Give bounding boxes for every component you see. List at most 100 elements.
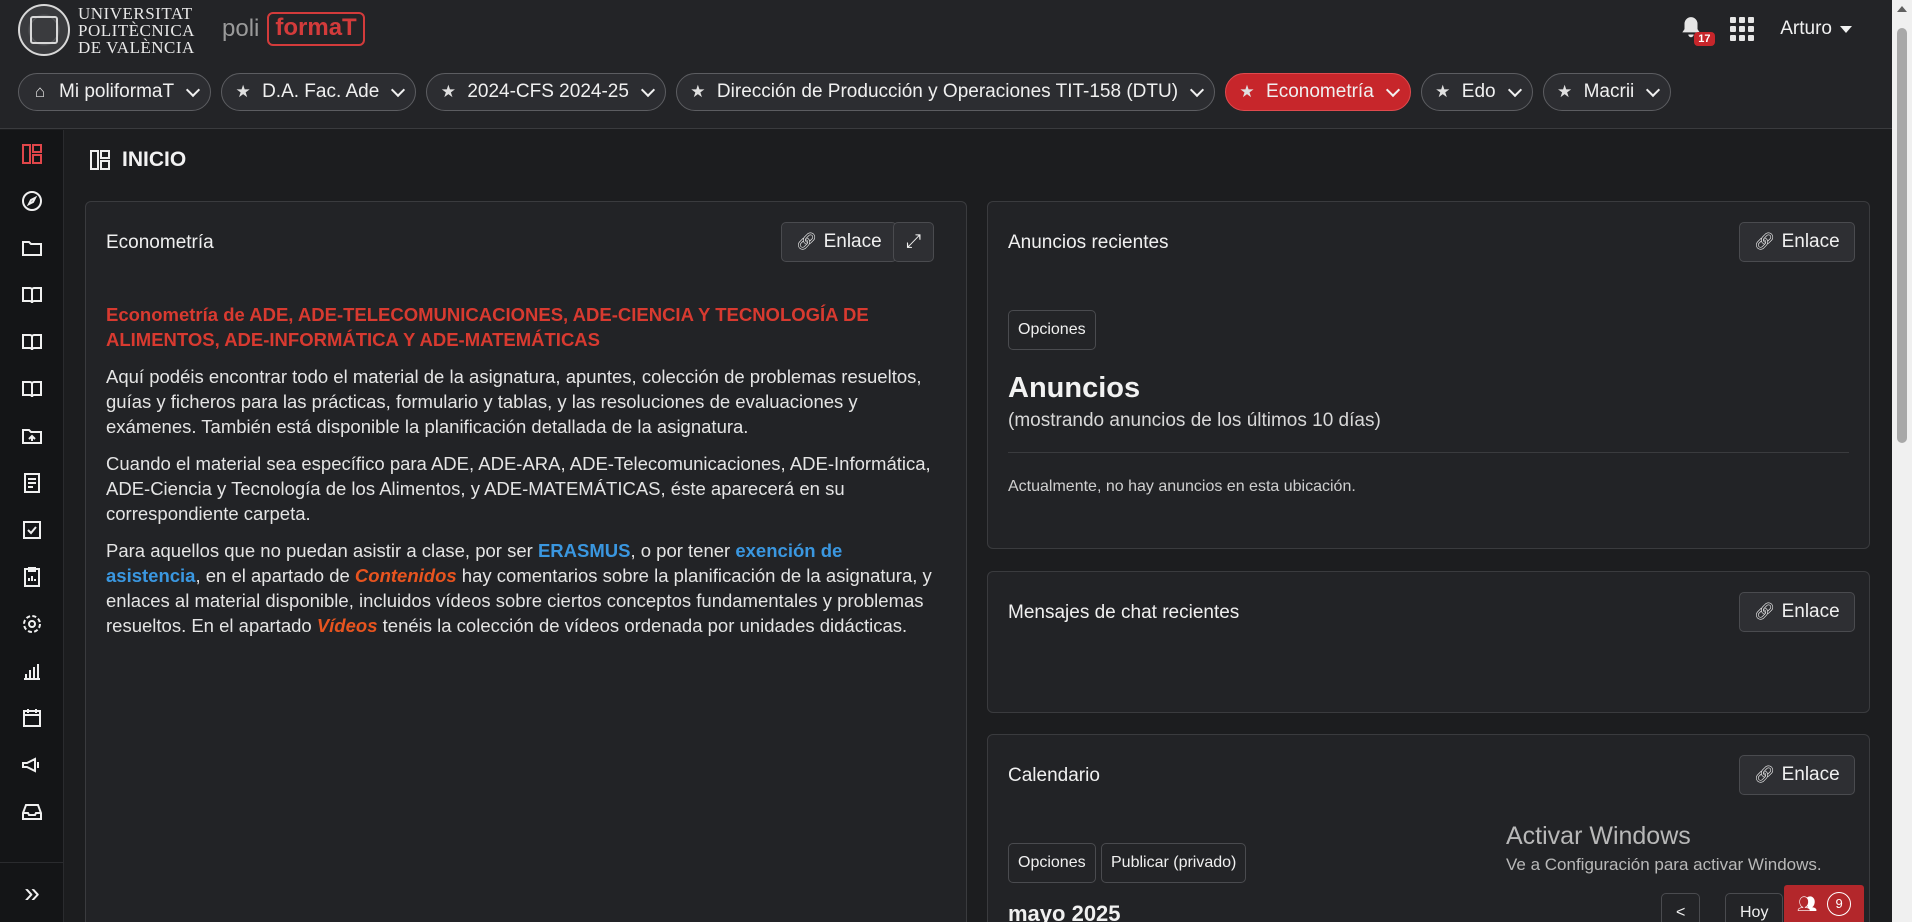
content-paragraph-3: Para aquellos que no puedan asistir a cl… bbox=[106, 538, 942, 638]
enlace-button[interactable]: 🔗︎ Enlace bbox=[1739, 592, 1855, 632]
watermark-line-2: Ve a Configuración para activar Windows. bbox=[1506, 855, 1822, 874]
sidebar-item-clipboard[interactable] bbox=[0, 553, 63, 600]
chevron-down-icon[interactable] bbox=[1507, 82, 1522, 97]
calendar-prev-button[interactable]: < bbox=[1661, 893, 1701, 922]
calendar-month: mayo 2025 bbox=[1008, 901, 1121, 922]
site-pill-da-fac-ade[interactable]: ★ D.A. Fac. Ade bbox=[221, 73, 417, 111]
site-pill-label: Dirección de Producción y Operaciones TI… bbox=[716, 81, 1179, 102]
dashboard-icon bbox=[90, 150, 110, 170]
opciones-label: Opciones bbox=[1018, 321, 1086, 338]
double-chevron-right-icon: » bbox=[24, 876, 40, 908]
sidebar-item-folder[interactable] bbox=[0, 224, 63, 271]
page-title: INICIO bbox=[88, 148, 186, 172]
sidebar-item-inicio[interactable] bbox=[0, 130, 63, 177]
top-header: UNIVERSITAT POLITÈCNICA DE VALÈNCIA poli… bbox=[0, 0, 1892, 129]
header-actions: 17 Arturo bbox=[1678, 14, 1852, 46]
anuncios-subtitle: (mostrando anuncios de los últimos 10 dí… bbox=[1008, 410, 1381, 431]
sidebar-item-settings[interactable] bbox=[0, 600, 63, 647]
chevron-down-icon[interactable] bbox=[186, 82, 201, 97]
prev-label: < bbox=[1676, 904, 1686, 921]
content-paragraph-1: Aquí podéis encontrar todo el material d… bbox=[106, 366, 922, 437]
folder-share-icon bbox=[21, 428, 42, 444]
site-pill-label: Macrii bbox=[1583, 81, 1635, 102]
upv-logo[interactable]: UNIVERSITAT POLITÈCNICA DE VALÈNCIA bbox=[18, 4, 195, 56]
chevron-down-icon[interactable] bbox=[391, 82, 406, 97]
star-icon: ★ bbox=[1239, 82, 1255, 101]
university-line-3: DE VALÈNCIA bbox=[78, 37, 195, 57]
contenidos-link[interactable]: Contenidos bbox=[355, 565, 457, 586]
videos-link[interactable]: Vídeos bbox=[317, 615, 378, 636]
chevron-down-icon[interactable] bbox=[1646, 82, 1661, 97]
site-pill-label: Edo bbox=[1461, 81, 1496, 102]
inbox-icon bbox=[21, 803, 42, 820]
home-icon: ⌂ bbox=[34, 82, 46, 101]
site-pill-macrii[interactable]: ★ Macrii bbox=[1542, 73, 1672, 111]
opciones-button[interactable]: Opciones bbox=[1008, 310, 1096, 350]
site-pill-2024-cfs[interactable]: ★ 2024-CFS 2024-25 bbox=[426, 73, 666, 111]
sidebar-item-stats[interactable] bbox=[0, 647, 63, 694]
maximize-button[interactable]: ⤢ bbox=[893, 222, 935, 262]
sidebar-item-announcements[interactable] bbox=[0, 741, 63, 788]
text: , o por tener bbox=[630, 540, 736, 561]
scrollbar-thumb[interactable] bbox=[1897, 28, 1907, 443]
poliformat-logo[interactable]: poli formaT bbox=[222, 12, 365, 46]
link-icon: 🔗︎ bbox=[1754, 765, 1776, 784]
sidebar-item-shared-folder[interactable] bbox=[0, 412, 63, 459]
users-icon: 👥︎ bbox=[1796, 895, 1818, 913]
tool-sidebar: » bbox=[0, 130, 64, 922]
online-users-count: 9 bbox=[1827, 891, 1852, 916]
page-scrollbar[interactable] bbox=[1892, 0, 1912, 922]
opciones-button[interactable]: Opciones bbox=[1008, 843, 1096, 883]
enlace-button[interactable]: 🔗︎ Enlace bbox=[1739, 755, 1855, 795]
calendar-today-button[interactable]: Hoy bbox=[1725, 893, 1784, 922]
user-menu[interactable]: Arturo bbox=[1780, 18, 1852, 40]
site-pill-direccion-produccion[interactable]: ★ Dirección de Producción y Operaciones … bbox=[675, 73, 1216, 111]
sidebar-item-inbox[interactable] bbox=[0, 788, 63, 835]
university-line-2: POLITÈCNICA bbox=[78, 20, 195, 40]
book-icon bbox=[21, 286, 42, 303]
enlace-label: Enlace bbox=[1781, 231, 1840, 252]
bar-chart-icon bbox=[23, 663, 40, 680]
apps-grid-icon[interactable] bbox=[1730, 17, 1755, 41]
opciones-label: Opciones bbox=[1018, 854, 1086, 871]
university-seal-icon bbox=[18, 4, 70, 56]
check-square-icon bbox=[22, 520, 41, 539]
sidebar-item-receipt[interactable] bbox=[0, 459, 63, 506]
empty-message: Actualmente, no hay anuncios en esta ubi… bbox=[1008, 478, 1356, 495]
enlace-button[interactable]: 🔗︎ Enlace bbox=[781, 222, 897, 262]
enlace-label: Enlace bbox=[1781, 601, 1840, 622]
enlace-label: Enlace bbox=[823, 231, 882, 252]
link-icon: 🔗︎ bbox=[1754, 602, 1776, 621]
erasmus-link[interactable]: ERASMUS bbox=[538, 540, 631, 561]
notifications-button[interactable]: 17 bbox=[1678, 14, 1715, 46]
online-users-button[interactable]: 👥︎ 9 bbox=[1784, 885, 1864, 922]
sidebar-expand-button[interactable]: » bbox=[0, 862, 64, 922]
chevron-down-icon[interactable] bbox=[640, 82, 655, 97]
card-title: Econometría bbox=[106, 232, 214, 253]
watermark-line-1: Activar Windows bbox=[1506, 822, 1691, 850]
enlace-label: Enlace bbox=[1781, 764, 1840, 785]
publicar-privado-button[interactable]: Publicar (privado) bbox=[1101, 843, 1247, 883]
sidebar-item-compass[interactable] bbox=[0, 177, 63, 224]
megaphone-icon bbox=[21, 756, 39, 773]
chevron-down-icon[interactable] bbox=[1189, 82, 1205, 97]
sidebar-item-tasks[interactable] bbox=[0, 506, 63, 553]
book-open-icon bbox=[21, 333, 42, 350]
sidebar-item-calendar[interactable] bbox=[0, 694, 63, 741]
site-pill-mi-poliformat[interactable]: ⌂ Mi poliformaT bbox=[18, 73, 212, 111]
sidebar-item-book-1[interactable] bbox=[0, 271, 63, 318]
today-label: Hoy bbox=[1740, 904, 1769, 921]
site-pill-econometria[interactable]: ★ Econometría bbox=[1225, 73, 1411, 111]
enlace-button[interactable]: 🔗︎ Enlace bbox=[1739, 222, 1855, 262]
chat-card: Mensajes de chat recientes 🔗︎ Enlace bbox=[987, 571, 1870, 713]
expand-icon: ⤢ bbox=[906, 231, 922, 252]
chevron-down-icon[interactable] bbox=[1385, 82, 1400, 97]
university-line-1: UNIVERSITAT bbox=[78, 3, 193, 23]
site-pill-label: Econometría bbox=[1266, 81, 1374, 102]
calendar-icon bbox=[22, 708, 41, 727]
sidebar-item-book-3[interactable] bbox=[0, 365, 63, 412]
site-pill-edo[interactable]: ★ Edo bbox=[1420, 73, 1533, 111]
star-icon: ★ bbox=[440, 82, 456, 101]
sidebar-item-book-2[interactable] bbox=[0, 318, 63, 365]
scroll-up-arrow-icon[interactable] bbox=[1897, 6, 1907, 12]
